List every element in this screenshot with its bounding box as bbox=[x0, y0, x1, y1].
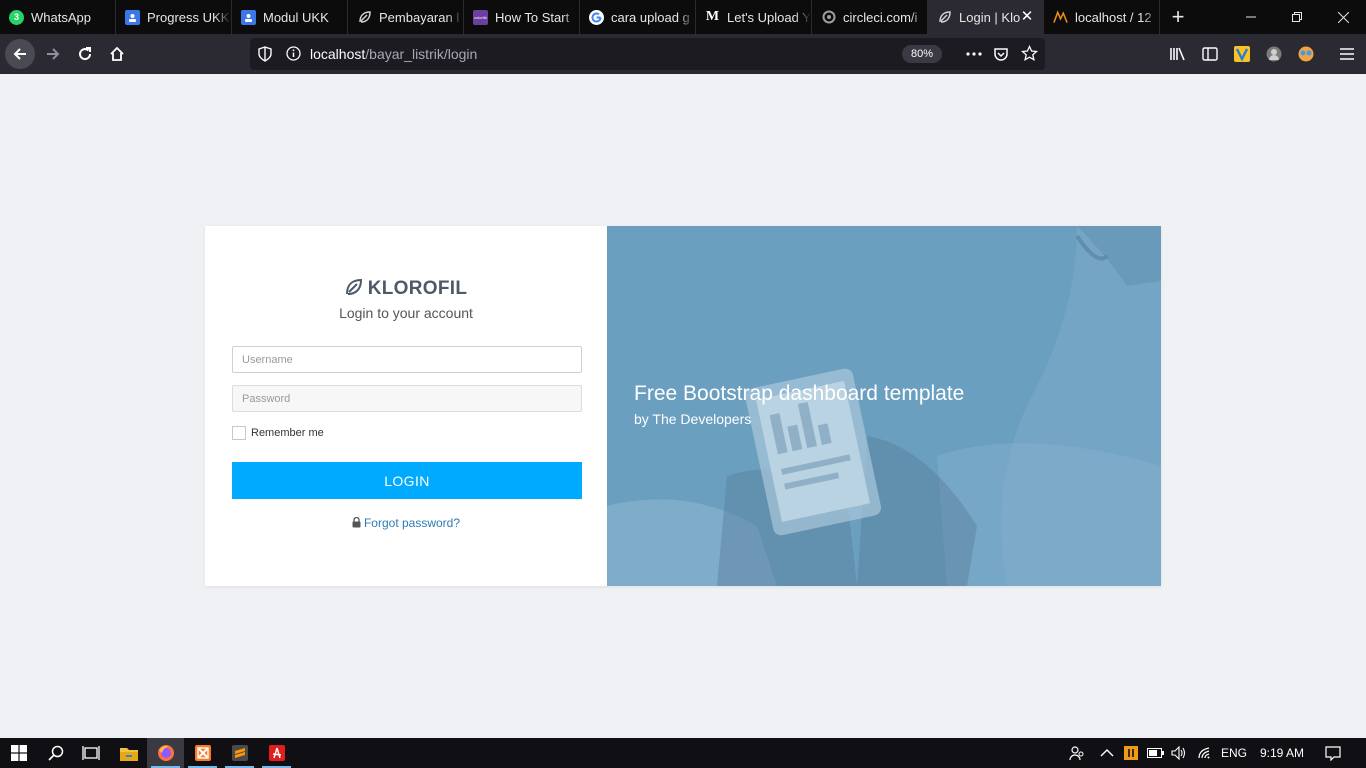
brand-logo: KLOROFIL bbox=[205, 278, 607, 300]
login-card: KLOROFIL Login to your account Remember … bbox=[205, 226, 1161, 586]
sidebar-icon[interactable] bbox=[1195, 39, 1225, 69]
klorofil-leaf-icon bbox=[357, 10, 372, 25]
tab-localhost-phpmyadmin[interactable]: localhost / 12 bbox=[1044, 0, 1160, 34]
zoom-level[interactable]: 80% bbox=[902, 45, 943, 63]
forward-arrow-icon[interactable] bbox=[38, 39, 68, 69]
phpmyadmin-icon bbox=[1053, 10, 1068, 25]
acrobat-icon[interactable] bbox=[258, 738, 295, 768]
tracking-shield-icon[interactable] bbox=[258, 46, 272, 67]
pocket-icon[interactable] bbox=[993, 46, 1009, 67]
page-actions-icon[interactable] bbox=[965, 46, 983, 67]
battery-icon[interactable] bbox=[1147, 738, 1165, 768]
colorlib-icon: colorlib bbox=[473, 9, 488, 25]
tab-login-klorofil[interactable]: Login | Klo ✕ bbox=[928, 0, 1044, 34]
tab-title: circleci.com/i bbox=[843, 9, 918, 25]
people-icon[interactable] bbox=[1069, 738, 1085, 768]
bookmark-star-icon[interactable] bbox=[1020, 44, 1039, 67]
login-subtitle: Login to your account bbox=[339, 305, 473, 321]
medium-icon: M bbox=[705, 9, 720, 24]
hero-background-photo bbox=[607, 226, 1161, 586]
close-tab-icon[interactable]: ✕ bbox=[1019, 9, 1035, 25]
leaf-logo-icon bbox=[345, 278, 362, 295]
search-icon[interactable] bbox=[37, 738, 74, 768]
site-info-icon[interactable] bbox=[286, 46, 301, 66]
wifi-icon[interactable] bbox=[1197, 738, 1213, 768]
forgot-password-link[interactable]: Forgot password? bbox=[205, 516, 607, 530]
password-input[interactable] bbox=[232, 385, 582, 412]
home-icon[interactable] bbox=[102, 39, 132, 69]
show-hidden-icons-chevron-icon[interactable] bbox=[1100, 738, 1114, 768]
volume-icon[interactable] bbox=[1171, 738, 1187, 768]
clock[interactable]: 9:19 AM bbox=[1260, 738, 1304, 768]
remember-me-label: Remember me bbox=[251, 427, 324, 439]
brand-name: KLOROFIL bbox=[367, 278, 468, 299]
sublime-text-icon[interactable] bbox=[221, 738, 258, 768]
library-icon[interactable] bbox=[1163, 39, 1193, 69]
hamburger-menu-icon[interactable] bbox=[1332, 39, 1362, 69]
tab-title: Progress UKK bbox=[147, 9, 230, 25]
extension-avatar-icon[interactable] bbox=[1259, 39, 1289, 69]
action-center-icon[interactable] bbox=[1325, 738, 1341, 768]
tab-modul-ukk[interactable]: Modul UKK bbox=[232, 0, 348, 34]
new-tab-button[interactable]: + bbox=[1161, 0, 1195, 34]
url-path: /bayar_listrik/login bbox=[365, 46, 478, 62]
whatsapp-icon: 3 bbox=[9, 9, 24, 25]
xampp-icon[interactable] bbox=[184, 738, 221, 768]
close-window-icon[interactable] bbox=[1320, 0, 1366, 34]
minimize-icon[interactable] bbox=[1228, 0, 1274, 34]
hero-byline: by The Developers bbox=[634, 411, 752, 427]
tab-how-to-start[interactable]: colorlib How To Start bbox=[464, 0, 580, 34]
username-input[interactable] bbox=[232, 346, 582, 373]
tab-progress-ukk[interactable]: Progress UKK bbox=[116, 0, 232, 34]
browser-toolbar: localhost/bayar_listrik/login 80% bbox=[0, 34, 1366, 74]
back-arrow-icon[interactable] bbox=[5, 39, 35, 69]
login-panel: KLOROFIL Login to your account Remember … bbox=[205, 226, 607, 586]
extension-face-icon[interactable] bbox=[1291, 39, 1321, 69]
file-explorer-icon[interactable] bbox=[110, 738, 147, 768]
tab-circleci[interactable]: circleci.com/i bbox=[812, 0, 928, 34]
klorofil-leaf-icon bbox=[937, 10, 952, 25]
firefox-icon[interactable] bbox=[147, 738, 184, 768]
google-classroom-icon bbox=[125, 9, 140, 25]
tab-title: Let's Upload Y bbox=[727, 9, 811, 25]
restore-icon[interactable] bbox=[1274, 0, 1320, 34]
address-bar[interactable]: localhost/bayar_listrik/login 80% bbox=[250, 38, 1045, 70]
tab-cara-upload[interactable]: cara upload g bbox=[580, 0, 696, 34]
url-text[interactable]: localhost/bayar_listrik/login bbox=[310, 46, 477, 62]
tab-title: Modul UKK bbox=[263, 9, 329, 25]
tab-title: localhost / 12 bbox=[1075, 9, 1152, 25]
tab-title: Pembayaran l bbox=[379, 9, 460, 25]
url-host: localhost bbox=[310, 46, 366, 62]
vue-devtools-extension-icon[interactable] bbox=[1227, 39, 1257, 69]
task-view-icon[interactable] bbox=[72, 738, 109, 768]
tab-title: How To Start bbox=[495, 9, 570, 25]
windows-taskbar: ENG 9:19 AM bbox=[0, 738, 1366, 768]
tab-title: WhatsApp bbox=[31, 9, 91, 25]
browser-tab-strip: 3 WhatsApp Progress UKK Modul UKK Pembay… bbox=[0, 0, 1366, 34]
reload-icon[interactable] bbox=[70, 39, 100, 69]
google-classroom-icon bbox=[241, 9, 256, 25]
circleci-icon bbox=[821, 10, 836, 25]
tab-pembayaran[interactable]: Pembayaran l bbox=[348, 0, 464, 34]
lock-icon bbox=[352, 516, 361, 528]
login-button[interactable]: LOGIN bbox=[232, 462, 582, 499]
tab-lets-upload[interactable]: M Let's Upload Y bbox=[696, 0, 812, 34]
hero-headline: Free Bootstrap dashboard template bbox=[634, 382, 965, 405]
input-language[interactable]: ENG bbox=[1221, 738, 1247, 768]
remember-me[interactable]: Remember me bbox=[232, 426, 324, 440]
page-content: KLOROFIL Login to your account Remember … bbox=[0, 74, 1366, 738]
tab-title: cara upload g bbox=[611, 9, 690, 25]
forgot-password-text: Forgot password? bbox=[363, 516, 461, 530]
google-icon bbox=[589, 9, 604, 25]
tab-whatsapp[interactable]: 3 WhatsApp bbox=[0, 0, 116, 34]
hero-panel: Free Bootstrap dashboard template by The… bbox=[607, 226, 1161, 586]
remember-me-checkbox[interactable] bbox=[232, 426, 246, 440]
start-icon[interactable] bbox=[0, 738, 37, 768]
tray-app-icon[interactable] bbox=[1124, 738, 1138, 768]
